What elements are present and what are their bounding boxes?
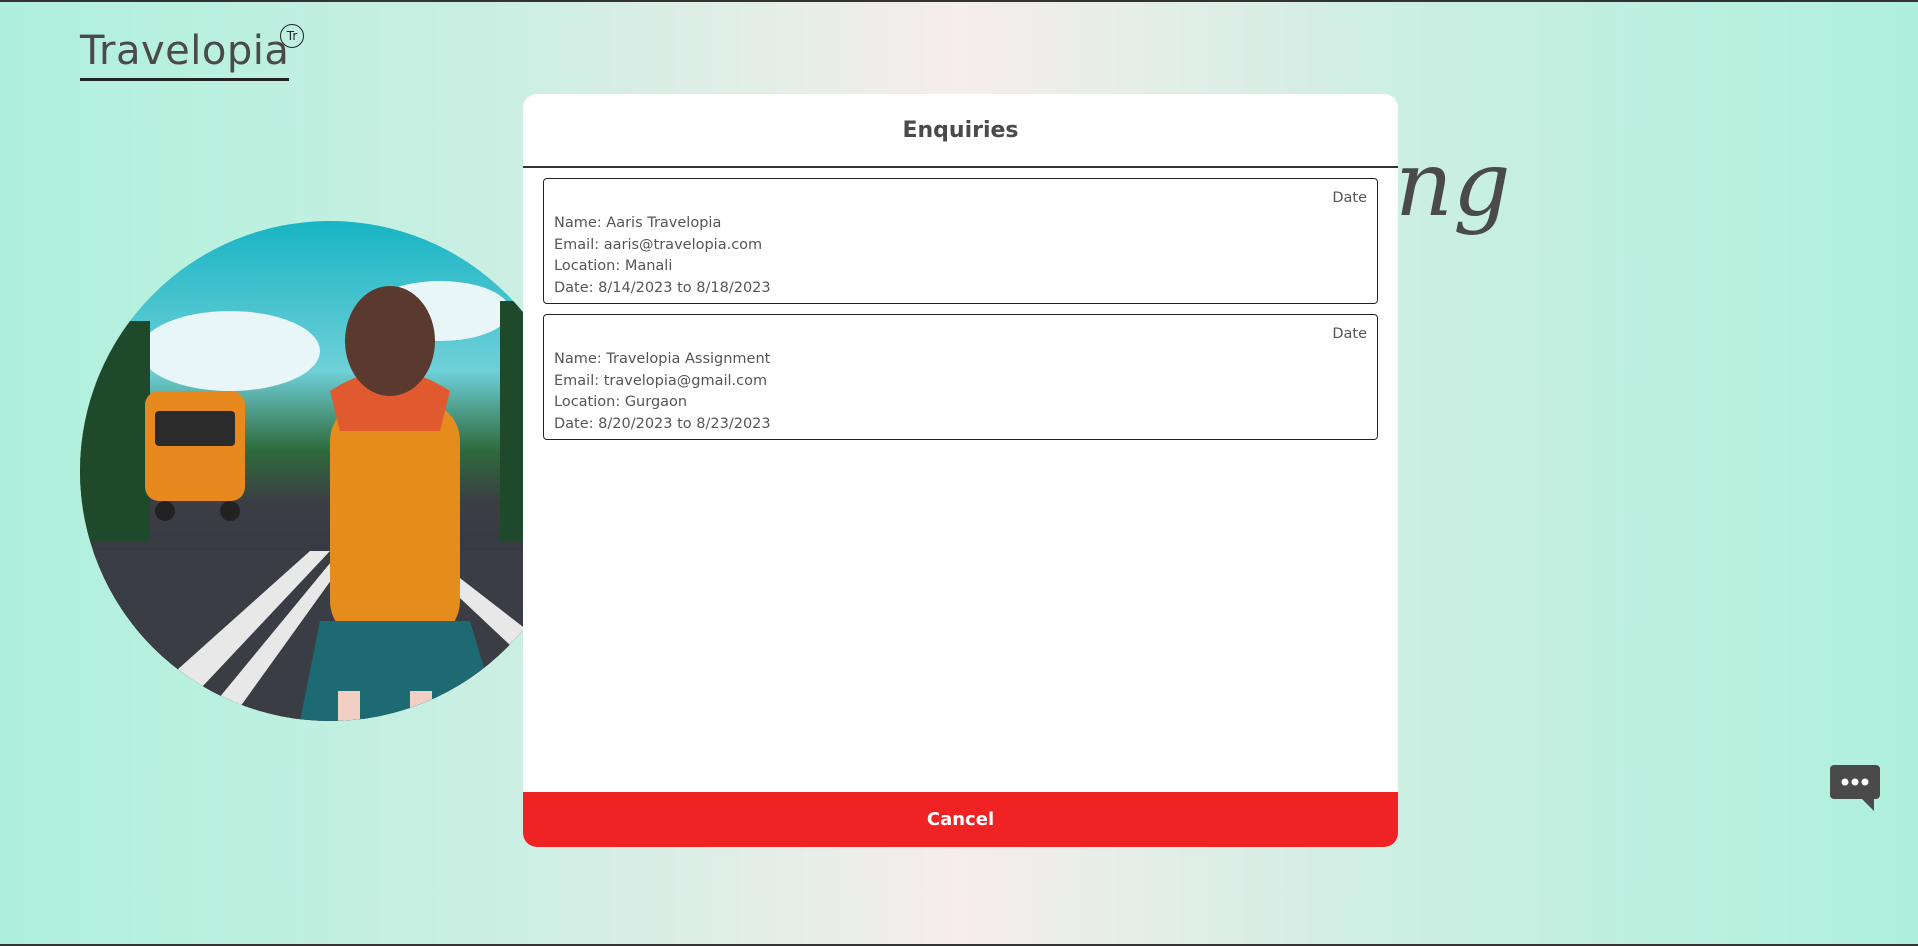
registered-mark-icon: Tr: [280, 24, 304, 48]
brand-logo[interactable]: Travelopia: [80, 28, 290, 81]
enquiry-email: Email: travelopia@gmail.com: [554, 372, 768, 389]
cancel-button[interactable]: Cancel: [523, 792, 1398, 847]
modal-header: Enquiries: [523, 94, 1398, 168]
enquiry-list: Date Name: Aaris Travelopia Email: aaris…: [523, 168, 1398, 440]
enquiry-dates: Date: 8/14/2023 to 8/18/2023: [554, 279, 771, 296]
enquiry-name: Name: Travelopia Assignment: [554, 351, 771, 367]
enquiry-name: Name: Aaris Travelopia: [554, 215, 722, 231]
enquiry-email: Email: aaris@travelopia.com: [554, 236, 763, 253]
enquiry-date-label: Date: [1332, 190, 1367, 206]
modal-title: Enquiries: [902, 117, 1019, 143]
chat-bubble-icon[interactable]: [1830, 763, 1880, 811]
enquiry-date-label: Date: [1332, 326, 1367, 342]
enquiry-location: Location: Gurgaon: [554, 394, 688, 410]
enquiries-modal: Enquiries Date Name: Aaris Travelopia Em…: [523, 94, 1398, 847]
enquiry-card: Date Name: Aaris Travelopia Email: aaris…: [543, 178, 1378, 304]
enquiry-location: Location: Manali: [554, 258, 673, 274]
enquiry-card: Date Name: Travelopia Assignment Email: …: [543, 314, 1378, 440]
enquiry-dates: Date: 8/20/2023 to 8/23/2023: [554, 415, 771, 432]
hero-illustration: [80, 281, 580, 721]
hero-image: [80, 221, 580, 721]
hero-script-text: ng: [1395, 132, 1511, 237]
